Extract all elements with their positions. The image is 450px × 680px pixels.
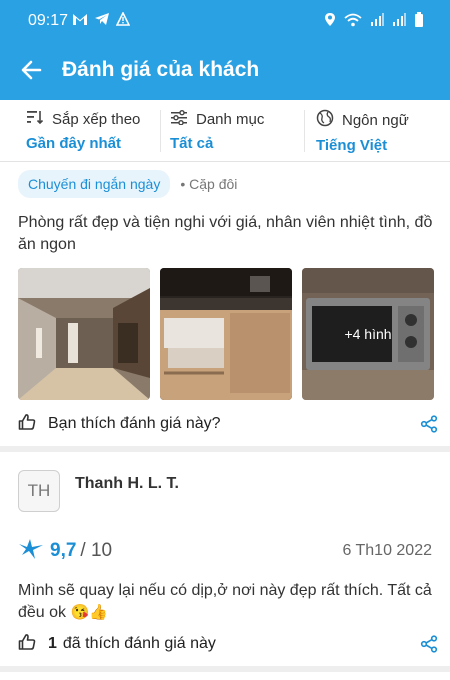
review-date: 6 Th10 2022 <box>342 542 432 559</box>
telegram-icon <box>94 12 110 31</box>
wifi-icon <box>344 13 362 32</box>
battery-icon <box>414 12 424 32</box>
category-label: Danh mục <box>196 110 265 128</box>
score-scale: / 10 <box>80 540 113 561</box>
like-row: Bạn thích đánh giá này? <box>18 412 438 436</box>
review-text: Mình sẽ quay lại nếu có dịp,ở nơi này đẹ… <box>18 580 438 624</box>
sliders-icon <box>170 109 188 129</box>
more-photos-overlay[interactable]: +4 hình <box>302 268 434 400</box>
review-divider <box>0 446 450 452</box>
like-prompt[interactable]: Bạn thích đánh giá này? <box>48 415 221 433</box>
page-title: Đánh giá của khách <box>62 58 260 81</box>
filter-bar: Sắp xếp theo Gần đây nhất Danh mục Tất c… <box>0 100 450 162</box>
globe-icon <box>316 109 334 131</box>
arrow-left-icon <box>21 60 42 80</box>
avatar: TH <box>18 470 60 512</box>
language-value: Tiếng Việt <box>316 137 388 154</box>
share-icon <box>420 635 438 653</box>
review-photo-hallway[interactable] <box>18 268 150 400</box>
review-text: Phòng rất đẹp và tiện nghi với giá, nhân… <box>18 214 433 253</box>
gmail-icon <box>72 13 88 31</box>
share-icon <box>420 415 438 433</box>
review-emojis: 😘👍 <box>70 604 108 621</box>
language-label: Ngôn ngữ <box>342 111 409 129</box>
alert-icon <box>115 11 131 31</box>
share-button[interactable] <box>420 635 438 658</box>
sort-value: Gần đây nhất <box>26 135 122 152</box>
thumbs-up-icon[interactable] <box>18 413 36 436</box>
location-icon <box>324 12 336 32</box>
sort-label: Sắp xếp theo <box>52 110 141 128</box>
review-photo-kitchen[interactable] <box>160 268 292 400</box>
category-filter[interactable]: Danh mục Tất cả <box>160 100 304 161</box>
bird-logo-icon <box>18 538 44 565</box>
back-button[interactable] <box>18 56 46 84</box>
reviewer-name: Thanh H. L. T. <box>75 475 179 492</box>
review-score: 9,7 <box>50 540 77 561</box>
signal-icon <box>392 13 406 31</box>
category-value: Tất cả <box>170 135 214 152</box>
review-photo-microwave[interactable]: +4 hình <box>302 268 434 400</box>
like-count: 1 <box>48 635 57 652</box>
status-bar: 09:17 <box>0 0 450 42</box>
like-row: 1 đã thích đánh giá này <box>18 632 438 656</box>
status-time: 09:17 <box>28 12 69 29</box>
like-label[interactable]: đã thích đánh giá này <box>63 635 216 653</box>
thumbs-up-icon[interactable] <box>18 633 36 656</box>
traveler-type: • Cặp đôi <box>180 176 238 192</box>
trip-type-badge: Chuyến đi ngắn ngày <box>18 170 171 198</box>
review-photos: +4 hình <box>18 268 434 400</box>
signal-icon <box>370 13 384 31</box>
share-button[interactable] <box>420 415 438 438</box>
app-bar: Đánh giá của khách <box>0 42 450 100</box>
score-row: 9,7 / 10 6 Th10 2022 <box>18 538 434 564</box>
review-tags: Chuyến đi ngắn ngày • Cặp đôi <box>18 170 237 198</box>
sort-icon <box>26 109 44 129</box>
language-filter[interactable]: Ngôn ngữ Tiếng Việt <box>304 100 450 161</box>
review-divider <box>0 666 450 672</box>
sort-filter[interactable]: Sắp xếp theo Gần đây nhất <box>0 100 160 161</box>
